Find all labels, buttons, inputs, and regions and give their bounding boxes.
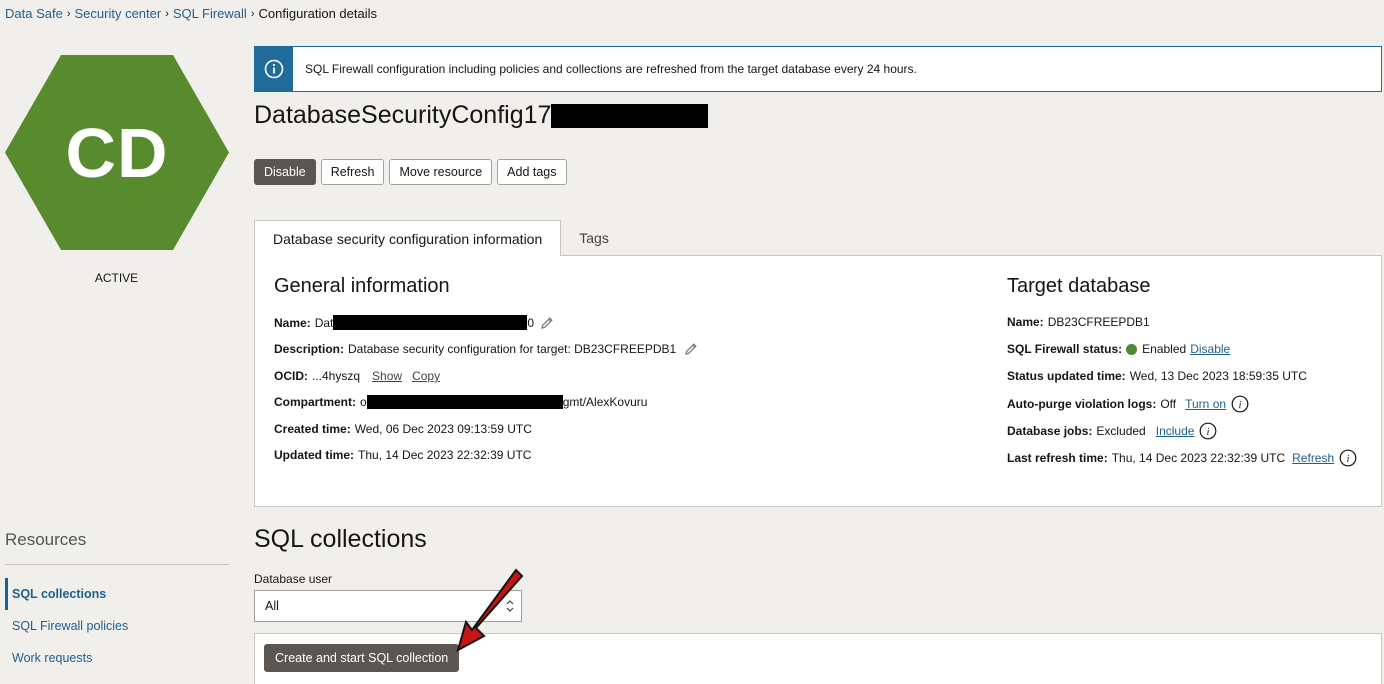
database-user-selected-value: All <box>265 599 279 613</box>
resources-item-sql-firewall-policies[interactable]: SQL Firewall policies <box>5 610 229 642</box>
info-banner-text: SQL Firewall configuration including pol… <box>305 62 917 76</box>
database-user-label: Database user <box>254 572 333 586</box>
detail-tabs: Database security configuration informat… <box>254 220 627 256</box>
target-name-row: Name: DB23CFREEPDB1 <box>1007 315 1150 329</box>
description-label: Description: <box>274 342 345 356</box>
autopurge-value: Off <box>1160 397 1177 411</box>
general-information-heading: General information <box>274 275 450 297</box>
resource-status: ACTIVE <box>94 271 139 285</box>
edit-name-pencil-icon[interactable] <box>540 316 554 330</box>
general-ocid-row: OCID: ...4hyszq Show Copy <box>274 369 440 383</box>
target-name-label: Name: <box>1007 315 1044 329</box>
breadcrumb-data-safe[interactable]: Data Safe <box>5 6 63 21</box>
firewall-status-label: SQL Firewall status: <box>1007 342 1123 356</box>
ocid-show-link[interactable]: Show <box>372 369 402 383</box>
breadcrumb-separator: › <box>250 7 255 20</box>
breadcrumb-current: Configuration details <box>258 6 378 21</box>
updated-time-label: Updated time: <box>274 448 355 462</box>
annotation-arrow-icon <box>450 566 530 659</box>
page-title-text: DatabaseSecurityConfig17 <box>254 101 552 129</box>
info-icon <box>264 59 284 79</box>
status-updated-value: Wed, 13 Dec 2023 18:59:35 UTC <box>1129 369 1307 383</box>
resources-item-sql-collections[interactable]: SQL collections <box>5 578 229 610</box>
ocid-copy-link[interactable]: Copy <box>412 369 440 383</box>
resource-initials: CD <box>65 113 169 192</box>
tab-tags[interactable]: Tags <box>561 222 627 256</box>
tab-configuration-information[interactable]: Database security configuration informat… <box>254 220 562 256</box>
breadcrumb: Data Safe › Security center › SQL Firewa… <box>5 6 377 21</box>
firewall-disable-link[interactable]: Disable <box>1190 342 1230 356</box>
ocid-value: ...4hyszq <box>312 369 361 383</box>
general-compartment-row: Compartment: o gmt/AlexKovuru <box>274 395 647 409</box>
database-jobs-row: Database jobs: Excluded Include i <box>1007 422 1217 440</box>
name-value-prefix: Dat <box>314 315 334 330</box>
last-refresh-info-icon[interactable]: i <box>1339 449 1357 467</box>
redaction-bar <box>333 315 528 330</box>
status-updated-label: Status updated time: <box>1007 369 1126 383</box>
breadcrumb-sql-firewall[interactable]: SQL Firewall <box>173 6 247 21</box>
last-refresh-row: Last refresh time: Thu, 14 Dec 2023 22:3… <box>1007 449 1357 467</box>
svg-text:i: i <box>1347 454 1350 465</box>
disable-button[interactable]: Disable <box>254 159 316 185</box>
compartment-label: Compartment: <box>274 395 357 409</box>
refresh-button[interactable]: Refresh <box>320 159 385 185</box>
autopurge-label: Auto-purge violation logs: <box>1007 397 1157 411</box>
compartment-link[interactable]: gmt/AlexKovuru <box>563 395 648 409</box>
info-banner: SQL Firewall configuration including pol… <box>254 46 1382 92</box>
breadcrumb-separator: › <box>66 7 71 20</box>
create-and-start-sql-collection-button[interactable]: Create and start SQL collection <box>264 644 460 672</box>
last-refresh-refresh-link[interactable]: Refresh <box>1292 451 1334 465</box>
status-updated-row: Status updated time: Wed, 13 Dec 2023 18… <box>1007 369 1307 383</box>
sql-collections-heading: SQL collections <box>254 525 427 553</box>
edit-description-pencil-icon[interactable] <box>684 342 698 356</box>
info-banner-icon-box <box>255 47 293 91</box>
status-enabled-dot-icon <box>1126 343 1138 355</box>
breadcrumb-separator: › <box>165 7 169 20</box>
autopurge-turn-on-link[interactable]: Turn on <box>1185 397 1226 411</box>
resources-nav: SQL collections SQL Firewall policies Wo… <box>5 578 229 674</box>
firewall-status-value: Enabled <box>1142 342 1187 356</box>
autopurge-info-icon[interactable]: i <box>1231 395 1249 413</box>
created-time-value: Wed, 06 Dec 2023 09:13:59 UTC <box>354 422 532 436</box>
action-toolbar: Disable Refresh Move resource Add tags <box>254 159 567 185</box>
compartment-value-prefix: o <box>360 395 367 409</box>
general-updated-row: Updated time: Thu, 14 Dec 2023 22:32:39 … <box>274 448 531 462</box>
target-database-heading: Target database <box>1007 275 1151 297</box>
last-refresh-label: Last refresh time: <box>1007 451 1108 465</box>
divider <box>5 564 229 565</box>
description-value: Database security configuration for targ… <box>348 342 677 356</box>
resource-hexagon-icon: CD <box>5 55 229 250</box>
svg-text:i: i <box>1207 427 1210 438</box>
database-jobs-info-icon[interactable]: i <box>1199 422 1217 440</box>
resources-heading: Resources <box>5 530 87 549</box>
name-label: Name: <box>274 315 311 330</box>
name-value-suffix: 0 <box>527 315 535 330</box>
resources-item-work-requests[interactable]: Work requests <box>5 642 229 674</box>
created-time-label: Created time: <box>274 422 351 436</box>
breadcrumb-security-center[interactable]: Security center <box>75 6 162 21</box>
general-name-row: Name: Dat 0 <box>274 315 554 330</box>
database-jobs-value: Excluded <box>1096 424 1146 438</box>
database-jobs-label: Database jobs: <box>1007 424 1093 438</box>
updated-time-value: Thu, 14 Dec 2023 22:32:39 UTC <box>358 448 532 462</box>
autopurge-row: Auto-purge violation logs: Off Turn on i <box>1007 395 1249 413</box>
general-description-row: Description: Database security configura… <box>274 342 698 356</box>
last-refresh-value: Thu, 14 Dec 2023 22:32:39 UTC <box>1111 451 1286 465</box>
page-title: DatabaseSecurityConfig17 <box>254 101 709 130</box>
svg-text:i: i <box>1239 400 1242 411</box>
redaction-bar <box>366 395 563 409</box>
move-resource-button[interactable]: Move resource <box>389 159 493 185</box>
target-name-value: DB23CFREEPDB1 <box>1047 315 1150 329</box>
ocid-label: OCID: <box>274 369 308 383</box>
configuration-info-panel: General information Name: Dat 0 Descript… <box>254 255 1382 507</box>
firewall-status-row: SQL Firewall status: Enabled Disable <box>1007 342 1230 356</box>
add-tags-button[interactable]: Add tags <box>497 159 567 185</box>
database-jobs-include-link[interactable]: Include <box>1156 424 1195 438</box>
general-created-row: Created time: Wed, 06 Dec 2023 09:13:59 … <box>274 422 532 436</box>
redaction-bar <box>551 103 709 128</box>
